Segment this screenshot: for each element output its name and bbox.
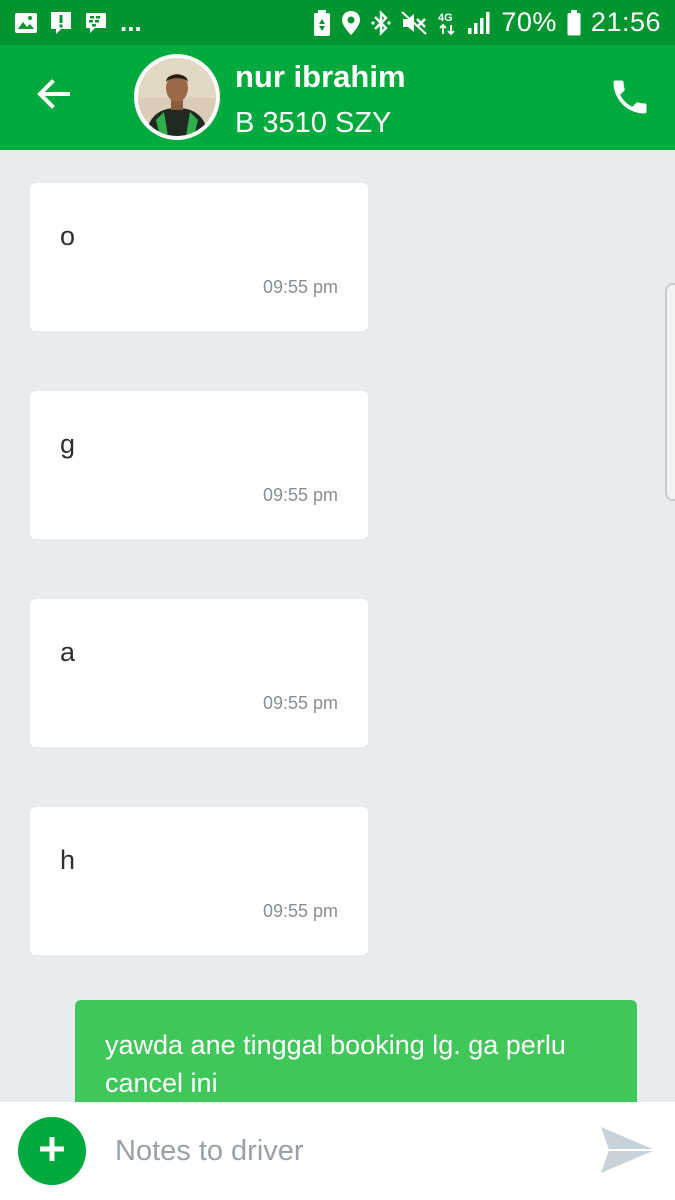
status-left: ... xyxy=(14,7,142,38)
message-text: a xyxy=(60,637,76,667)
status-time: 21:56 xyxy=(590,7,661,37)
scroll-handle[interactable] xyxy=(665,283,675,501)
message-time: 09:55 pm xyxy=(262,901,338,921)
back-button[interactable] xyxy=(30,73,76,119)
message-text: o xyxy=(60,221,76,251)
message-time: 09:55 pm xyxy=(262,277,338,297)
send-button[interactable] xyxy=(598,1126,658,1178)
message-time: 09:55 pm xyxy=(262,485,338,505)
signal-icon xyxy=(467,11,491,35)
message-text: h xyxy=(60,845,76,875)
plus-icon xyxy=(37,1134,67,1169)
status-right: 4G 70% 21:56 xyxy=(313,7,661,38)
network-4g-icon: 4G xyxy=(437,10,457,36)
battery-percent: 70% xyxy=(501,7,557,37)
bbm-icon xyxy=(84,11,108,35)
message-bubble-incoming: h 09:55 pm xyxy=(30,807,368,955)
status-bar: ... 4G 70% 21:56 xyxy=(0,0,675,45)
send-icon xyxy=(599,1125,657,1180)
message-time: 09:55 pm xyxy=(262,693,338,713)
bluetooth-icon xyxy=(371,9,391,36)
battery-saver-icon xyxy=(313,9,331,36)
composer-bar xyxy=(0,1102,675,1200)
alert-icon xyxy=(48,10,74,36)
message-text: g xyxy=(60,429,76,459)
arrow-left-icon xyxy=(36,78,70,114)
status-overflow: ... xyxy=(120,7,142,37)
message-bubble-incoming: o 09:55 pm xyxy=(30,183,368,331)
location-icon xyxy=(341,10,361,36)
message-text: yawda ane tinggal booking lg. ga perlu c… xyxy=(105,1030,566,1098)
message-bubble-incoming: a 09:55 pm xyxy=(30,599,368,747)
svg-text:4G: 4G xyxy=(438,12,453,24)
driver-name: nur ibrahim xyxy=(235,59,406,94)
message-bubble-outgoing: yawda ane tinggal booking lg. ga perlu c… xyxy=(75,1000,637,1102)
phone-icon xyxy=(608,75,652,124)
message-bubble-incoming: g 09:55 pm xyxy=(30,391,368,539)
call-button[interactable] xyxy=(605,74,655,124)
chat-area[interactable]: o 09:55 pm g 09:55 pm a 09:55 pm h 09:55… xyxy=(0,150,675,1102)
avatar[interactable] xyxy=(134,54,220,140)
plate-number: B 3510 SZY xyxy=(235,107,392,139)
battery-icon xyxy=(567,9,581,36)
chat-header: nur ibrahim B 3510 SZY xyxy=(0,45,675,150)
image-icon xyxy=(14,11,38,35)
mute-icon xyxy=(401,10,428,36)
notes-input[interactable] xyxy=(115,1126,575,1176)
driver-photo xyxy=(138,58,216,136)
add-button[interactable] xyxy=(18,1117,86,1185)
